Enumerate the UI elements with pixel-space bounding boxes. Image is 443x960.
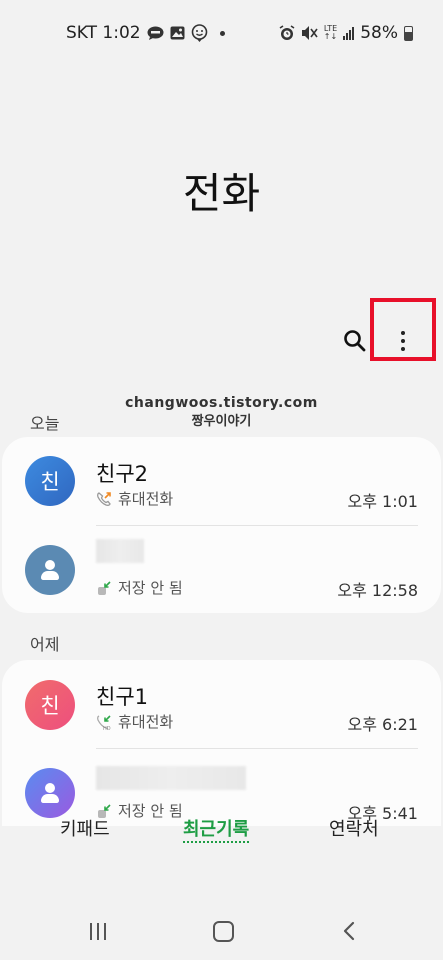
alarm-icon: [279, 25, 295, 40]
watermark-text: 짱우이야기: [191, 414, 252, 429]
section-label-yesterday: 어제: [30, 635, 60, 654]
search-icon: [344, 330, 366, 352]
tab-recents[interactable]: 최근기록: [183, 815, 250, 843]
call-time: 오후 1:01: [347, 492, 418, 511]
call-type: 휴대전화: [118, 490, 174, 508]
person-icon: [39, 781, 61, 805]
call-time: 오후 12:58: [337, 581, 418, 600]
call-log-row[interactable]: 친 친구1 HD 휴대전화 오후 6:21: [2, 660, 441, 748]
active-tab-indicator: [183, 841, 250, 843]
status-right: LTE ↑↓ 58%: [279, 23, 413, 43]
tab-contacts[interactable]: 연락처: [329, 815, 379, 841]
battery-percent: 58%: [360, 23, 398, 43]
call-detail: 저장 안 됨: [96, 577, 183, 598]
contact-name: 친구2: [96, 462, 149, 486]
call-type: 휴대전화: [118, 713, 174, 731]
navigation-bar: [0, 900, 443, 960]
lte-indicator: LTE ↑↓: [324, 25, 337, 41]
contact-name: 친구1: [96, 685, 149, 709]
highlight-box: [370, 298, 436, 361]
bottom-tabs: 키패드 최근기록 연락처: [0, 815, 443, 863]
tab-keypad[interactable]: 키패드: [60, 815, 110, 841]
signal-icon: [343, 26, 355, 40]
data-arrows-icon: ↑↓: [323, 32, 338, 41]
avatar: 친: [25, 456, 75, 506]
avatar: [25, 768, 75, 818]
back-button[interactable]: [340, 921, 360, 941]
status-left: SKT 1:02: [66, 23, 225, 43]
call-log-row[interactable]: 저장 안 됨 오후 12:58: [2, 525, 441, 613]
carrier-time: SKT 1:02: [66, 23, 141, 43]
recent-apps-button[interactable]: [90, 923, 106, 940]
status-bar: SKT 1:02 LTE ↑↓ 58%: [0, 0, 443, 68]
svg-text:HD: HD: [103, 726, 111, 730]
watermark-url: changwoos.tistory.com: [125, 395, 318, 411]
avatar: 친: [25, 680, 75, 730]
call-log-card-today: 친 친구2 휴대전화 오후 1:01 저장 안 됨 오후 12:58: [2, 437, 441, 613]
section-label-today: 오늘: [30, 414, 60, 433]
location-face-icon: [191, 24, 207, 42]
home-button[interactable]: [213, 921, 234, 942]
avatar: [25, 545, 75, 595]
mute-icon: [301, 26, 318, 40]
talk-icon: [147, 26, 164, 40]
search-button[interactable]: [340, 326, 370, 356]
gallery-icon: [170, 26, 185, 40]
incoming-call-icon: [98, 580, 111, 595]
tab-recents-label: 최근기록: [183, 819, 250, 840]
call-log-card-yesterday: 친 친구1 HD 휴대전화 오후 6:21 저장 안 됨 오후 5:41: [2, 660, 441, 826]
call-time: 오후 6:21: [347, 715, 418, 734]
incoming-hd-call-icon: HD: [97, 714, 111, 730]
call-log-row[interactable]: 친 친구2 휴대전화 오후 1:01: [2, 437, 441, 525]
page-title: 전화: [182, 169, 261, 218]
outgoing-call-icon: [97, 491, 111, 506]
notification-dot: [219, 30, 225, 36]
blurred-number: [96, 539, 144, 563]
blurred-number: [96, 766, 246, 790]
call-detail: HD 휴대전화: [96, 711, 173, 732]
person-icon: [39, 558, 61, 582]
call-detail: 휴대전화: [96, 488, 173, 509]
battery-icon: [404, 25, 413, 41]
call-type: 저장 안 됨: [118, 579, 183, 597]
